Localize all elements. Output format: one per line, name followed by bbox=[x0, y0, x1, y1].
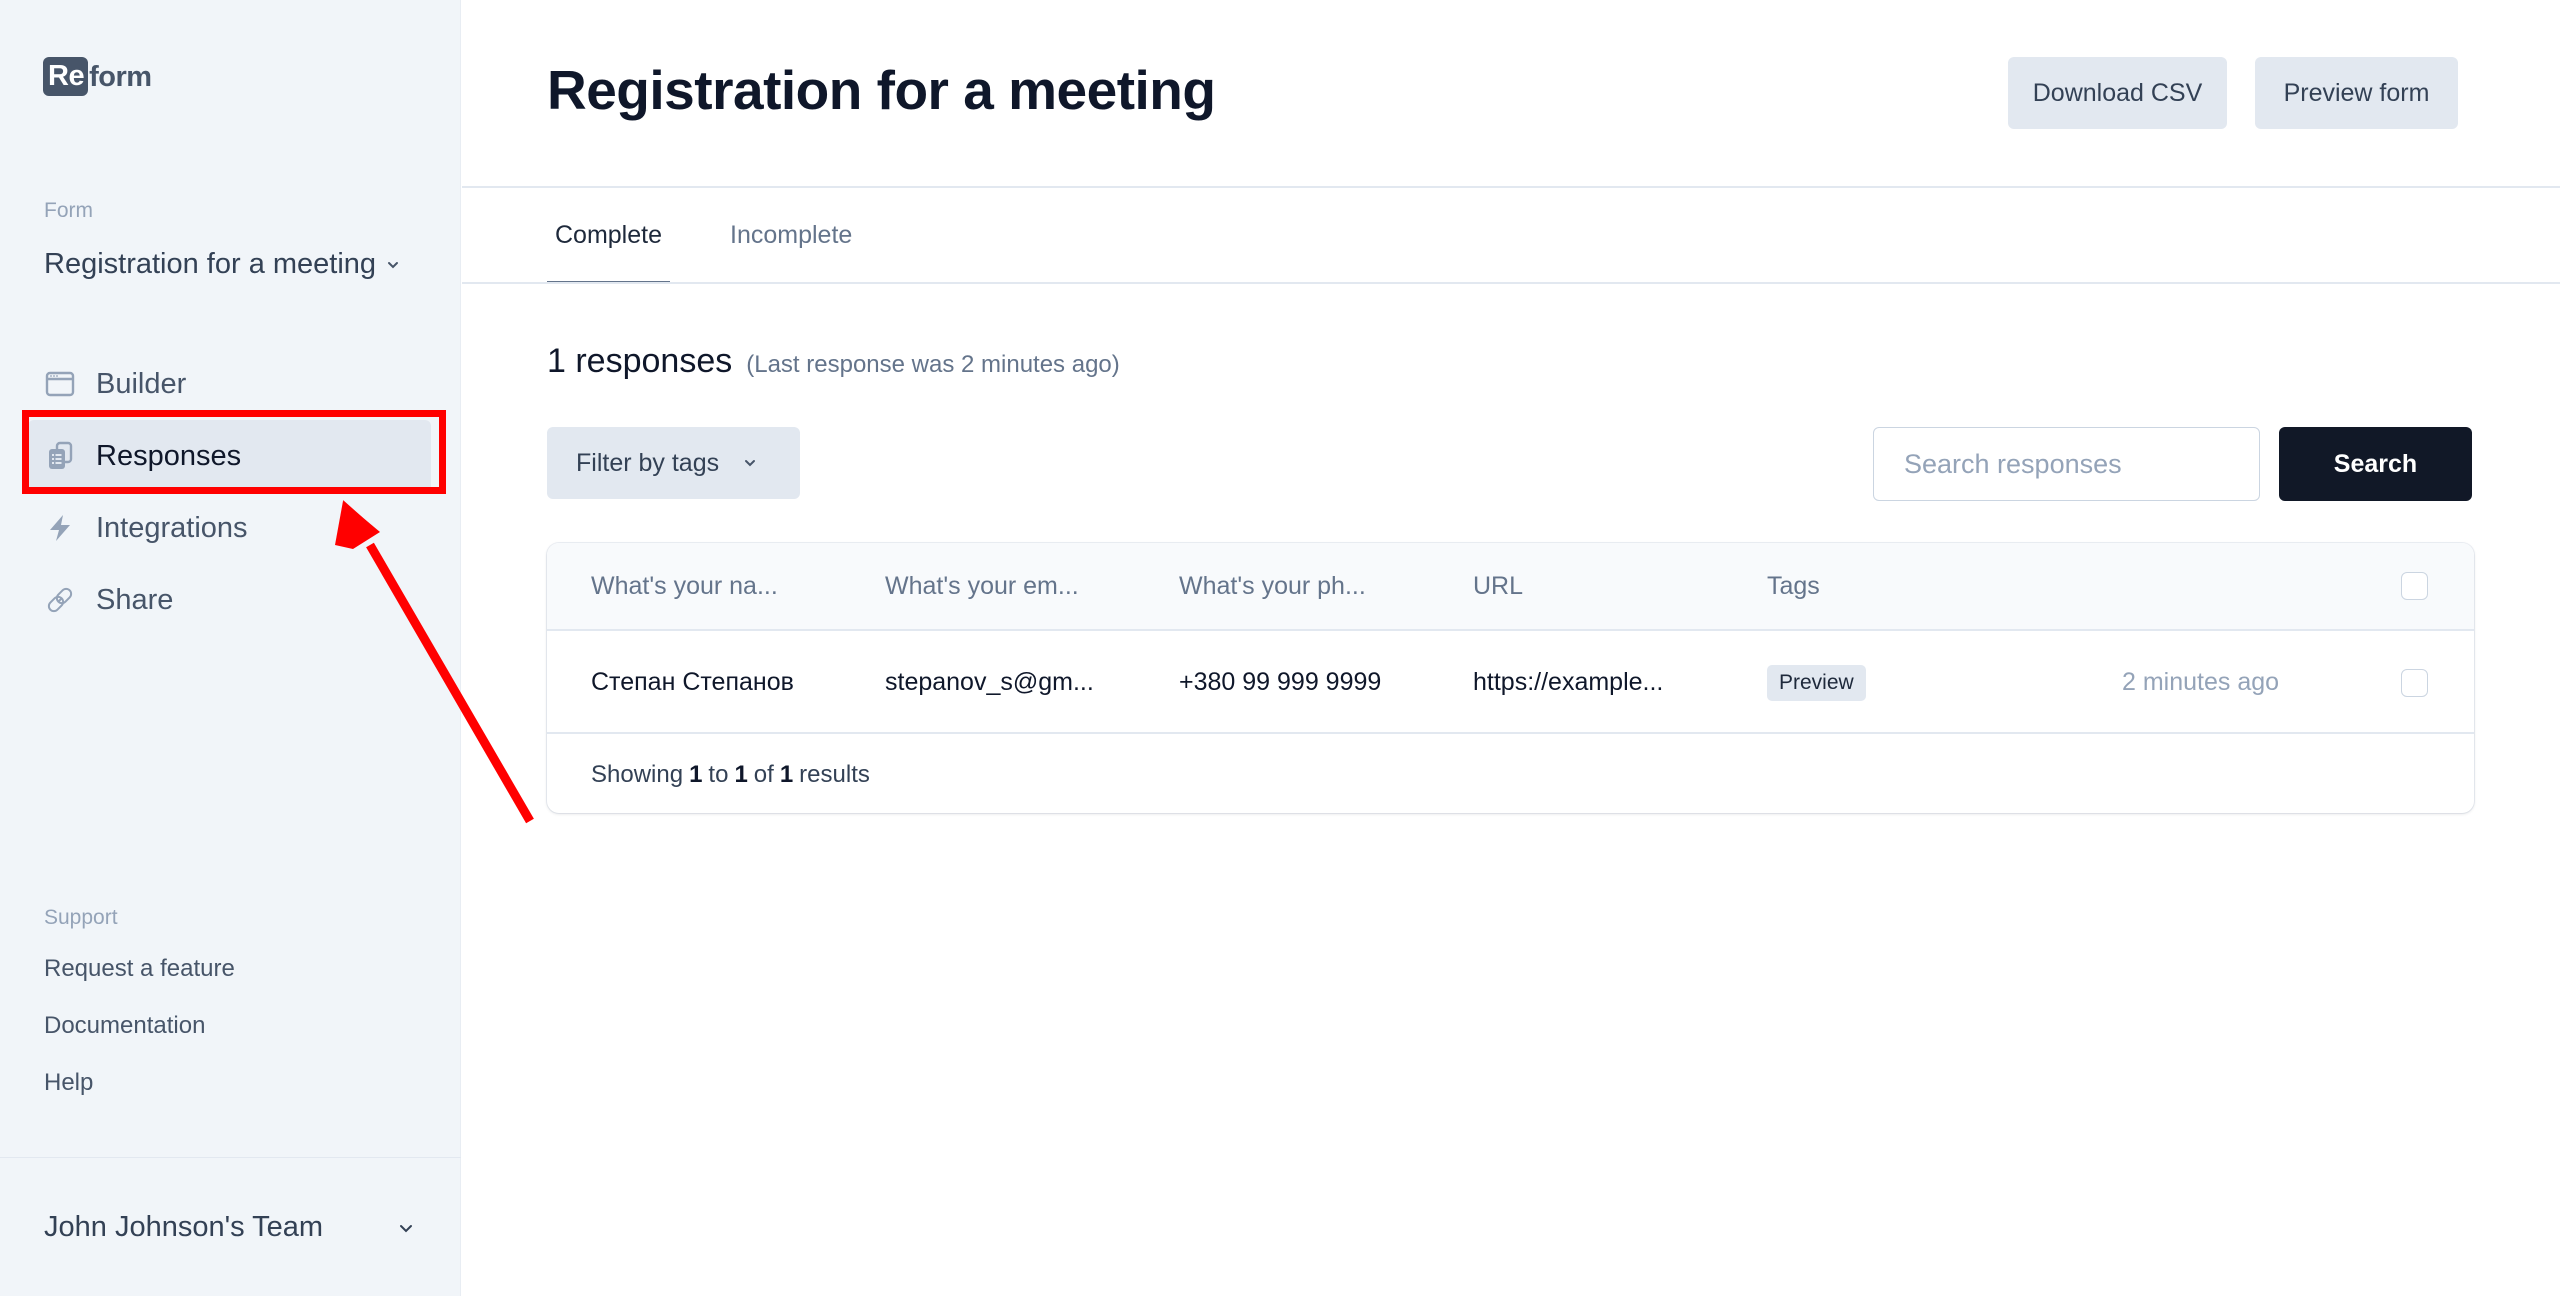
reform-logo[interactable]: Re form bbox=[43, 57, 152, 96]
cell-time: 2 minutes ago bbox=[2122, 668, 2280, 696]
responses-summary: 1 responses (Last response was 2 minutes… bbox=[547, 342, 1120, 381]
form-section-label: Form bbox=[44, 199, 93, 222]
team-selector[interactable]: John Johnson's Team bbox=[44, 1211, 414, 1244]
cell-url: https://example... bbox=[1473, 668, 1664, 696]
tab-complete[interactable]: Complete bbox=[547, 188, 670, 284]
row-checkbox[interactable] bbox=[2401, 668, 2428, 697]
support-section-label: Support bbox=[44, 906, 118, 929]
documentation-link[interactable]: Documentation bbox=[44, 1011, 235, 1068]
download-csv-button[interactable]: Download CSV bbox=[2008, 57, 2227, 129]
column-header-url[interactable]: URL bbox=[1473, 543, 1523, 629]
column-header-email[interactable]: What's your em... bbox=[885, 543, 1079, 629]
sidebar-divider bbox=[0, 1157, 461, 1158]
table-row[interactable]: Степан Степанов stepanov_s@gm... +380 99… bbox=[547, 633, 2474, 734]
tab-incomplete[interactable]: Incomplete bbox=[722, 188, 860, 284]
cell-phone: +380 99 999 9999 bbox=[1179, 668, 1382, 696]
sidebar: Re form Form Registration for a meeting … bbox=[0, 0, 461, 1296]
logo-badge: Re bbox=[43, 57, 89, 96]
chevron-down-icon bbox=[400, 1224, 412, 1232]
response-tabs: Complete Incomplete bbox=[547, 188, 912, 284]
pagination-summary: Showing 1 to 1 of 1 results bbox=[591, 736, 870, 813]
pagination-from: 1 bbox=[689, 760, 703, 788]
responses-count: 1 responses bbox=[547, 342, 733, 380]
sidebar-item-label: Responses bbox=[96, 439, 242, 472]
table-header: What's your na... What's your em... What… bbox=[547, 543, 2474, 631]
lightning-bolt-icon bbox=[44, 512, 76, 544]
sidebar-item-label: Builder bbox=[96, 367, 187, 400]
chevron-down-icon bbox=[745, 460, 756, 467]
sidebar-item-label: Integrations bbox=[96, 511, 248, 544]
cell-name: Степан Степанов bbox=[591, 668, 794, 696]
column-header-tags[interactable]: Tags bbox=[1767, 543, 1820, 629]
sidebar-nav: Builder Responses Integrations Share bbox=[28, 348, 431, 636]
form-selector[interactable]: Registration for a meeting bbox=[44, 248, 400, 281]
sidebar-item-label: Share bbox=[96, 583, 174, 616]
responses-table: What's your na... What's your em... What… bbox=[547, 543, 2474, 813]
column-header-name[interactable]: What's your na... bbox=[591, 543, 778, 629]
pagination-total: 1 bbox=[779, 760, 794, 788]
sidebar-item-builder[interactable]: Builder bbox=[28, 348, 431, 420]
column-header-phone[interactable]: What's your ph... bbox=[1179, 543, 1366, 629]
search-button[interactable]: Search bbox=[2279, 427, 2472, 501]
sidebar-item-integrations[interactable]: Integrations bbox=[28, 492, 431, 564]
filter-by-tags-dropdown[interactable]: Filter by tags bbox=[547, 427, 800, 499]
pagination-prefix: Showing bbox=[591, 760, 684, 788]
browser-window-icon bbox=[44, 368, 76, 400]
select-all-checkbox[interactable] bbox=[2401, 572, 2428, 600]
request-feature-link[interactable]: Request a feature bbox=[44, 954, 235, 1011]
chevron-down-icon bbox=[388, 261, 399, 268]
filter-by-tags-label: Filter by tags bbox=[576, 448, 720, 477]
support-links: Request a feature Documentation Help bbox=[44, 954, 235, 1125]
select-all-cell bbox=[2401, 543, 2428, 629]
last-response-time: (Last response was 2 minutes ago) bbox=[746, 351, 1120, 378]
pagination-to: 1 bbox=[734, 760, 748, 788]
documents-icon bbox=[44, 440, 76, 472]
sidebar-item-share[interactable]: Share bbox=[28, 564, 431, 636]
sidebar-item-responses[interactable]: Responses bbox=[28, 420, 431, 492]
search-responses-input[interactable] bbox=[1873, 427, 2260, 501]
logo-text: form bbox=[89, 60, 152, 93]
pagination-to-word: to bbox=[708, 760, 729, 788]
cell-tags: Preview bbox=[1767, 633, 1866, 732]
tag-badge[interactable]: Preview bbox=[1767, 664, 1866, 701]
main-content: Registration for a meeting Download CSV … bbox=[462, 0, 2560, 1296]
pagination-suffix: results bbox=[799, 760, 870, 788]
row-select-cell bbox=[2401, 633, 2428, 732]
help-link[interactable]: Help bbox=[44, 1068, 235, 1125]
pagination-of-word: of bbox=[753, 760, 774, 788]
form-selector-label: Registration for a meeting bbox=[44, 248, 377, 280]
team-name: John Johnson's Team bbox=[44, 1211, 324, 1243]
tabs-divider bbox=[462, 282, 2560, 284]
cell-email: stepanov_s@gm... bbox=[885, 668, 1094, 696]
preview-form-button[interactable]: Preview form bbox=[2255, 57, 2458, 129]
page-title: Registration for a meeting bbox=[547, 59, 1216, 121]
link-icon bbox=[44, 584, 76, 616]
